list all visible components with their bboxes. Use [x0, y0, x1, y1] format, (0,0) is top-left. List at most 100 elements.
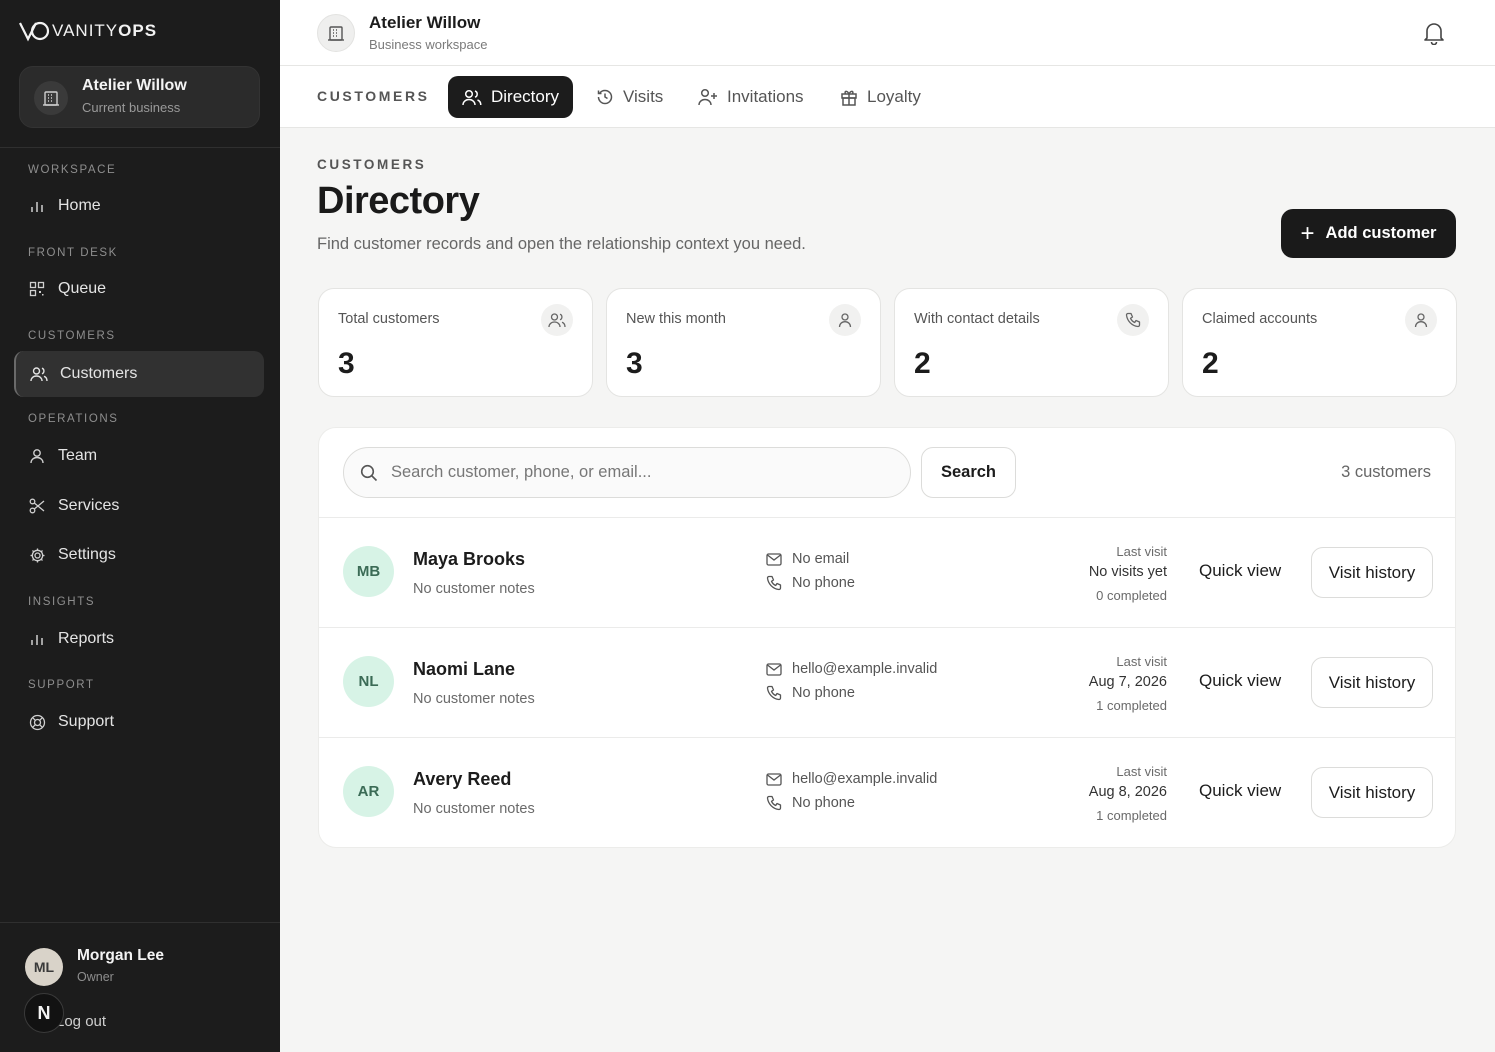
page-title: Directory — [317, 180, 480, 222]
tab-loyalty[interactable]: Loyalty — [826, 76, 935, 118]
page-subtitle: Find customer records and open the relat… — [317, 235, 806, 253]
tab-label: Loyalty — [867, 87, 921, 106]
add-customer-button[interactable]: + Add customer — [1281, 209, 1456, 258]
quick-view-button[interactable]: Quick view — [1199, 671, 1281, 691]
search-box[interactable] — [343, 447, 911, 498]
tab-label: Visits — [623, 87, 664, 106]
customer-name[interactable]: Avery Reed — [413, 769, 511, 790]
customer-notes: No customer notes — [413, 691, 535, 707]
sidebar: VANITYOPS Atelier Willow Current busines… — [0, 0, 280, 1052]
search-input[interactable] — [391, 448, 891, 497]
gift-icon — [840, 88, 858, 106]
page-eyebrow: CUSTOMERS — [317, 157, 427, 172]
tab-visits[interactable]: Visits — [582, 76, 677, 118]
brand-logo[interactable]: VANITYOPS — [18, 18, 157, 44]
users-icon — [30, 365, 48, 383]
sidebar-item-label: Queue — [58, 280, 107, 297]
tab-heading: CUSTOMERS — [317, 88, 430, 104]
search-button[interactable]: Search — [921, 447, 1016, 498]
sidebar-item-label: Customers — [60, 365, 138, 382]
phone-text: No phone — [792, 575, 855, 591]
contact-phone: No phone — [766, 795, 855, 811]
customer-name[interactable]: Naomi Lane — [413, 659, 515, 680]
n-badge[interactable]: N — [24, 993, 64, 1033]
history-icon — [596, 88, 614, 106]
sidebar-item-settings[interactable]: Settings — [14, 532, 264, 578]
stat-value: 3 — [626, 347, 643, 380]
phone-text: No phone — [792, 795, 855, 811]
stat-label: With contact details — [914, 311, 1040, 327]
mail-icon — [766, 772, 782, 786]
quick-view-button[interactable]: Quick view — [1199, 781, 1281, 801]
contact-phone: No phone — [766, 575, 855, 591]
visit-history-button[interactable]: Visit history — [1311, 767, 1433, 818]
last-visit-label: Last visit — [1116, 654, 1167, 669]
email-text: No email — [792, 551, 850, 567]
avatar[interactable]: ML — [25, 948, 63, 986]
user-role: Owner — [77, 970, 114, 984]
last-visit-date: Aug 8, 2026 — [1088, 784, 1167, 800]
sidebar-item-label: Settings — [58, 546, 116, 563]
sidebar-item-home[interactable]: Home — [14, 183, 264, 229]
stat-label: Claimed accounts — [1202, 311, 1318, 327]
sidebar-item-services[interactable]: Services — [14, 483, 264, 529]
email-text: hello@example.invalid — [792, 771, 938, 787]
stat-value: 2 — [1202, 347, 1219, 380]
sidebar-item-label: Support — [58, 713, 115, 730]
gear-icon — [28, 546, 46, 564]
visit-history-button[interactable]: Visit history — [1311, 547, 1433, 598]
sidebar-item-team[interactable]: Team — [14, 433, 264, 479]
sidebar-item-queue[interactable]: Queue — [14, 266, 264, 312]
sidebar-divider — [0, 147, 280, 148]
business-sub: Current business — [82, 100, 181, 115]
bell-icon[interactable] — [1421, 20, 1447, 46]
section-label-support: SUPPORT — [28, 679, 95, 691]
table-row: NL Naomi Lane No customer notes hello@ex… — [319, 627, 1455, 737]
business-switcher[interactable]: Atelier Willow Current business — [19, 66, 260, 128]
add-customer-label: Add customer — [1325, 224, 1437, 242]
completed-count: 0 completed — [1096, 588, 1167, 603]
section-label-customers: CUSTOMERS — [28, 330, 116, 342]
mail-icon — [766, 662, 782, 676]
phone-icon — [766, 795, 782, 811]
section-label-workspace: WORKSPACE — [28, 164, 117, 176]
sidebar-item-reports[interactable]: Reports — [14, 616, 264, 662]
avatar: AR — [343, 766, 394, 817]
workspace-subtitle: Business workspace — [369, 37, 488, 52]
user-icon — [28, 447, 46, 465]
tab-invitations[interactable]: Invitations — [684, 76, 818, 118]
last-visit-label: Last visit — [1116, 544, 1167, 559]
tab-label: Directory — [491, 87, 560, 106]
business-name: Atelier Willow — [82, 77, 187, 94]
phone-icon — [766, 575, 782, 591]
stat-value: 3 — [338, 347, 355, 380]
sidebar-item-label: Services — [58, 497, 120, 514]
email-text: hello@example.invalid — [792, 661, 938, 677]
sidebar-item-customers[interactable]: Customers — [14, 351, 264, 397]
table-row: MB Maya Brooks No customer notes No emai… — [319, 517, 1455, 627]
customer-notes: No customer notes — [413, 581, 535, 597]
phone-icon — [1117, 304, 1149, 336]
tab-directory[interactable]: Directory — [448, 76, 574, 118]
user-icon — [829, 304, 861, 336]
visit-history-button[interactable]: Visit history — [1311, 657, 1433, 708]
building-icon — [34, 81, 68, 115]
customer-notes: No customer notes — [413, 801, 535, 817]
completed-count: 1 completed — [1096, 808, 1167, 823]
sidebar-item-label: Team — [58, 447, 98, 464]
quick-view-button[interactable]: Quick view — [1199, 561, 1281, 581]
lifebuoy-icon — [28, 713, 46, 731]
avatar: NL — [343, 656, 394, 707]
sidebar-item-support[interactable]: Support — [14, 699, 264, 745]
customer-count: 3 customers — [1341, 463, 1431, 481]
customer-directory-panel: Search 3 customers MB Maya Brooks No cus… — [318, 427, 1456, 848]
customer-name[interactable]: Maya Brooks — [413, 549, 525, 570]
users-icon — [541, 304, 573, 336]
tab-bar: CUSTOMERS Directory Visits Invitations L… — [280, 66, 1495, 128]
stat-value: 2 — [914, 347, 931, 380]
plus-icon: + — [1300, 219, 1315, 247]
section-label-insights: INSIGHTS — [28, 596, 96, 608]
stat-card-claimed-accounts: Claimed accounts 2 — [1182, 288, 1457, 397]
contact-phone: No phone — [766, 685, 855, 701]
top-header: Atelier Willow Business workspace — [280, 0, 1495, 66]
